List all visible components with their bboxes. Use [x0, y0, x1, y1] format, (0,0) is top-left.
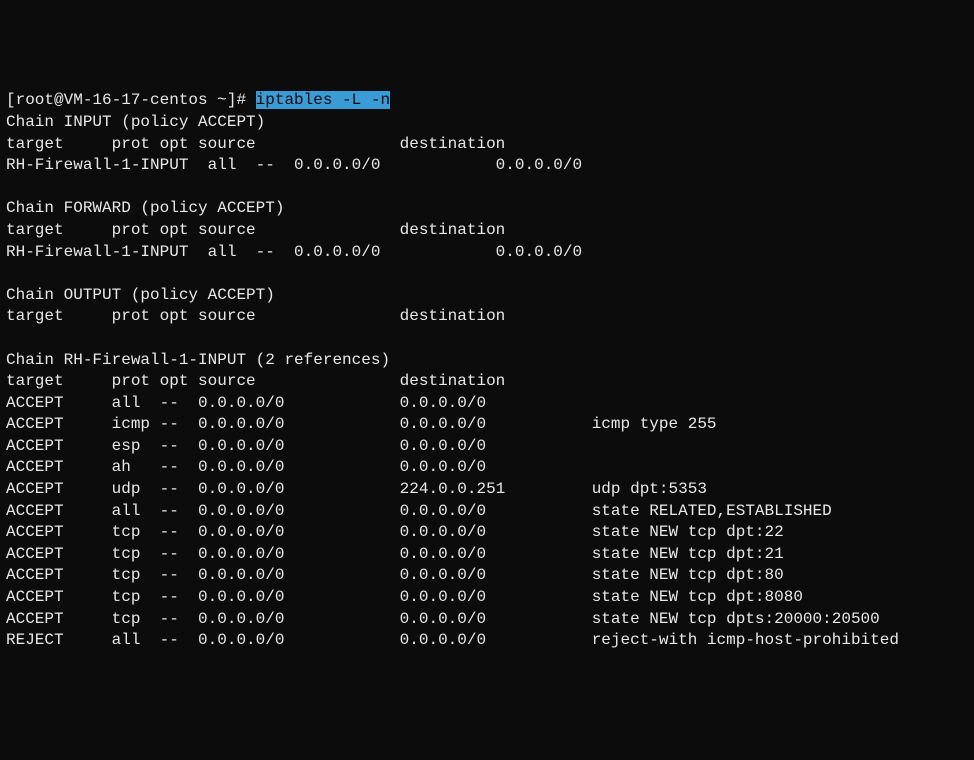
blank-line: [6, 177, 968, 199]
rule-row: ACCEPT tcp -- 0.0.0.0/0 0.0.0.0/0 state …: [6, 587, 968, 609]
chain-header: Chain OUTPUT (policy ACCEPT): [6, 285, 968, 307]
chain-columns: target prot opt source destination: [6, 306, 968, 328]
rule-row: ACCEPT esp -- 0.0.0.0/0 0.0.0.0/0: [6, 436, 968, 458]
chain-columns: target prot opt source destination: [6, 220, 968, 242]
blank-line: [6, 328, 968, 350]
rule-row: ACCEPT icmp -- 0.0.0.0/0 0.0.0.0/0 icmp …: [6, 414, 968, 436]
rule-row: REJECT all -- 0.0.0.0/0 0.0.0.0/0 reject…: [6, 630, 968, 652]
rule-row: RH-Firewall-1-INPUT all -- 0.0.0.0/0 0.0…: [6, 242, 968, 264]
rule-row: ACCEPT tcp -- 0.0.0.0/0 0.0.0.0/0 state …: [6, 609, 968, 631]
chain-header: Chain FORWARD (policy ACCEPT): [6, 198, 968, 220]
rule-row: ACCEPT all -- 0.0.0.0/0 0.0.0.0/0 state …: [6, 501, 968, 523]
chain-header: Chain RH-Firewall-1-INPUT (2 references): [6, 350, 968, 372]
entered-command: iptables -L -n: [256, 91, 390, 109]
rule-row: ACCEPT udp -- 0.0.0.0/0 224.0.0.251 udp …: [6, 479, 968, 501]
prompt-line[interactable]: [root@VM-16-17-centos ~]# iptables -L -n: [6, 90, 968, 112]
rule-row: ACCEPT ah -- 0.0.0.0/0 0.0.0.0/0: [6, 457, 968, 479]
chain-header: Chain INPUT (policy ACCEPT): [6, 112, 968, 134]
rule-row: ACCEPT tcp -- 0.0.0.0/0 0.0.0.0/0 state …: [6, 565, 968, 587]
chain-columns: target prot opt source destination: [6, 371, 968, 393]
rule-row: RH-Firewall-1-INPUT all -- 0.0.0.0/0 0.0…: [6, 155, 968, 177]
rule-row: ACCEPT tcp -- 0.0.0.0/0 0.0.0.0/0 state …: [6, 544, 968, 566]
blank-line: [6, 263, 968, 285]
chain-columns: target prot opt source destination: [6, 134, 968, 156]
rule-row: ACCEPT tcp -- 0.0.0.0/0 0.0.0.0/0 state …: [6, 522, 968, 544]
rule-row: ACCEPT all -- 0.0.0.0/0 0.0.0.0/0: [6, 393, 968, 415]
shell-prompt: [root@VM-16-17-centos ~]#: [6, 91, 256, 109]
